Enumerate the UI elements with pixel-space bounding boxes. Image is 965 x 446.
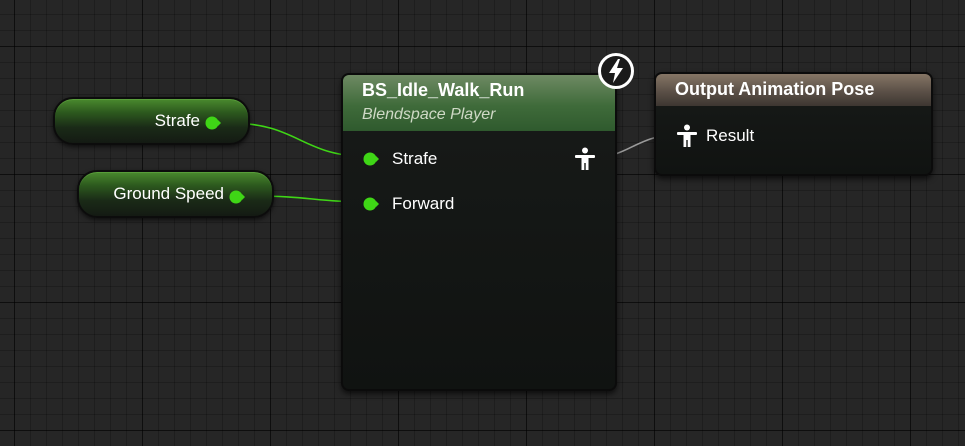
lightning-bolt-icon[interactable] bbox=[598, 53, 634, 89]
strafe-variable-label: Strafe bbox=[154, 111, 200, 130]
ground-speed-output-pin[interactable] bbox=[229, 189, 245, 205]
forward-input-label: Forward bbox=[392, 194, 455, 213]
output-node-header[interactable]: Output Animation Pose bbox=[656, 74, 931, 106]
pose-figure-icon[interactable] bbox=[676, 124, 698, 148]
strafe-variable-node[interactable]: Strafe bbox=[53, 97, 250, 145]
pose-figure-icon[interactable] bbox=[574, 147, 596, 171]
ground-speed-variable-node[interactable]: Ground Speed bbox=[77, 170, 274, 218]
blendspace-node-subtitle: Blendspace Player bbox=[362, 106, 496, 123]
blendspace-node-title: BS_Idle_Walk_Run bbox=[362, 80, 525, 100]
forward-input-pin[interactable] bbox=[363, 196, 379, 212]
ground-speed-variable-label: Ground Speed bbox=[113, 184, 224, 203]
output-animation-pose-node[interactable]: Output Animation Pose Result bbox=[654, 72, 933, 176]
result-input-label: Result bbox=[706, 126, 755, 145]
strafe-input-pin[interactable] bbox=[363, 151, 379, 167]
output-node-title: Output Animation Pose bbox=[675, 79, 875, 99]
strafe-input-label: Strafe bbox=[392, 149, 438, 168]
blendspace-player-node[interactable]: BS_Idle_Walk_Run Blendspace Player Straf… bbox=[341, 73, 617, 391]
anim-graph-canvas[interactable]: Strafe Ground Speed BS_Idle_Walk_Run Ble… bbox=[0, 0, 965, 446]
strafe-output-pin[interactable] bbox=[205, 115, 221, 131]
blendspace-node-header[interactable]: BS_Idle_Walk_Run Blendspace Player bbox=[343, 75, 615, 131]
